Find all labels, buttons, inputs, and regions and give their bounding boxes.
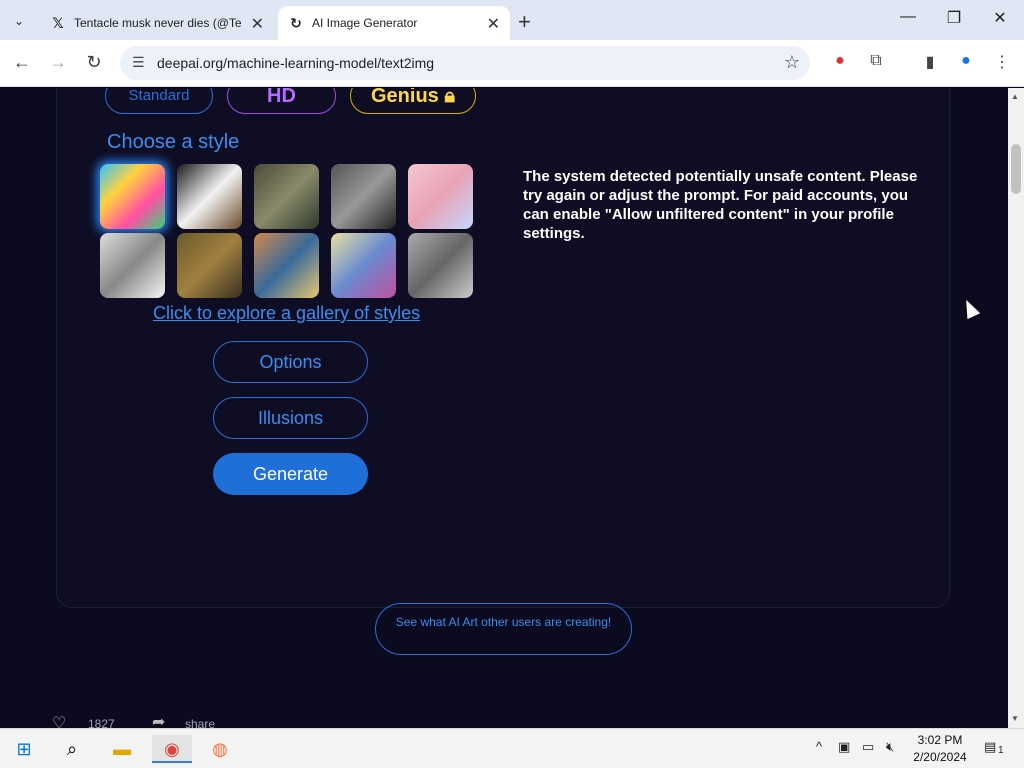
scrollbar-thumb[interactable] bbox=[1011, 144, 1021, 194]
share-link[interactable]: share bbox=[185, 717, 215, 728]
page-scrollbar[interactable]: ▲ ▼ bbox=[1008, 88, 1024, 728]
menu-kebab-icon[interactable]: ⋮ bbox=[990, 52, 1014, 76]
forward-button[interactable]: → bbox=[46, 52, 70, 76]
search-icon[interactable]: ⌕ bbox=[52, 735, 92, 763]
chrome-icon[interactable]: ◉ bbox=[152, 735, 192, 763]
windows-start-icon[interactable]: ⊞ bbox=[4, 735, 44, 763]
tab-title: AI Image Generator bbox=[312, 16, 418, 30]
mouse-cursor-icon bbox=[959, 296, 981, 320]
like-count: 1827 bbox=[88, 717, 115, 728]
scroll-up-arrow-icon[interactable]: ▲ bbox=[1011, 92, 1019, 101]
heart-icon[interactable]: ♡ bbox=[52, 713, 66, 728]
file-explorer-icon[interactable]: ▬ bbox=[102, 735, 142, 763]
quality-genius-button[interactable]: Genius 🔒︎ bbox=[350, 88, 476, 114]
unsafe-content-warning: The system detected potentially unsafe c… bbox=[523, 168, 918, 242]
illusions-button[interactable]: Illusions bbox=[213, 397, 368, 439]
lock-icon: 🔒︎ bbox=[444, 88, 455, 107]
tray-chevron-icon[interactable]: ^ bbox=[816, 739, 822, 754]
notifications-icon[interactable]: ▤ bbox=[984, 739, 996, 755]
page-content: Standard HD Genius 🔒︎ Choose a style Cli… bbox=[0, 88, 1008, 728]
side-panel-icon[interactable]: ▮ bbox=[918, 52, 942, 76]
tray-app-icon[interactable]: ▣ bbox=[838, 739, 850, 755]
options-button[interactable]: Options bbox=[213, 341, 368, 383]
style-thumb-dancers[interactable] bbox=[331, 233, 396, 298]
style-thumb-panda[interactable] bbox=[177, 164, 242, 229]
quality-standard-button[interactable]: Standard bbox=[105, 88, 213, 114]
tab-twitter[interactable]: 𝕏 Tentacle musk never dies (@Ten ✕ bbox=[40, 6, 274, 40]
style-thumb-anime-girl[interactable] bbox=[408, 164, 473, 229]
network-icon[interactable]: ▭ bbox=[862, 739, 874, 755]
minimize-button[interactable]: — bbox=[888, 8, 928, 32]
tab-search-chevron-icon[interactable]: ⌄ bbox=[6, 8, 32, 34]
close-window-button[interactable]: ✕ bbox=[980, 8, 1020, 32]
tab-strip: ⌄ 𝕏 Tentacle musk never dies (@Ten ✕ ↻ A… bbox=[0, 0, 1024, 40]
style-thumb-flowers[interactable] bbox=[254, 233, 319, 298]
style-thumb-mona-lisa[interactable] bbox=[177, 233, 242, 298]
quality-hd-button[interactable]: HD bbox=[227, 88, 336, 114]
style-thumb-abstract-paint[interactable] bbox=[100, 164, 165, 229]
close-tab-icon[interactable]: ✕ bbox=[487, 14, 500, 34]
share-arrow-icon[interactable]: ➦ bbox=[152, 712, 165, 728]
volume-muted-icon[interactable]: 🔇︎ bbox=[886, 739, 894, 755]
choose-style-heading: Choose a style bbox=[107, 131, 240, 153]
see-others-art-button[interactable]: See what AI Art other users are creating… bbox=[375, 603, 632, 655]
taskbar-clock[interactable]: 3:02 PM 2/20/2024 bbox=[912, 732, 968, 766]
genius-label: Genius bbox=[371, 88, 439, 107]
tab-title: Tentacle musk never dies (@Ten bbox=[74, 16, 242, 30]
style-thumb-city-sketch[interactable] bbox=[408, 233, 473, 298]
bookmark-star-icon[interactable]: ☆ bbox=[784, 52, 800, 73]
back-button[interactable]: ← bbox=[10, 52, 34, 76]
clock-date: 2/20/2024 bbox=[913, 750, 967, 764]
firefox-icon[interactable]: ◍ bbox=[200, 735, 240, 763]
x-logo-icon: 𝕏 bbox=[52, 14, 64, 31]
url-text[interactable]: deepai.org/machine-learning-model/text2i… bbox=[157, 55, 434, 71]
site-info-icon[interactable]: ☰ bbox=[132, 54, 145, 71]
profile-avatar-icon[interactable]: ● bbox=[954, 52, 978, 76]
gallery-link[interactable]: Click to explore a gallery of styles bbox=[153, 303, 420, 324]
close-tab-icon[interactable]: ✕ bbox=[251, 14, 264, 34]
deepai-icon: ↻ bbox=[290, 14, 302, 31]
generate-button[interactable]: Generate bbox=[213, 453, 368, 495]
style-thumb-forest-painting[interactable] bbox=[254, 164, 319, 229]
new-tab-button[interactable]: + bbox=[518, 9, 531, 35]
extensions-puzzle-icon[interactable]: ⧉ bbox=[864, 52, 888, 76]
notification-count: 1 bbox=[998, 745, 1004, 756]
style-thumb-sketch-car[interactable] bbox=[100, 233, 165, 298]
windows-taskbar: ⊞ ⌕ ▬ ◉ ◍ ^ ▣ ▭ 🔇︎ 3:02 PM 2/20/2024 ▤ 1 bbox=[0, 728, 1024, 768]
scroll-down-arrow-icon[interactable]: ▼ bbox=[1011, 714, 1019, 723]
browser-toolbar: ← → ↻ ☰ deepai.org/machine-learning-mode… bbox=[0, 40, 1024, 87]
restore-button[interactable]: ❐ bbox=[934, 8, 974, 32]
extension-icon[interactable]: ● bbox=[828, 52, 852, 76]
style-thumb-robot[interactable] bbox=[331, 164, 396, 229]
clock-time: 3:02 PM bbox=[917, 733, 963, 747]
tab-ai-image-generator[interactable]: ↻ AI Image Generator ✕ bbox=[278, 6, 510, 40]
reload-button[interactable]: ↻ bbox=[82, 52, 106, 76]
address-bar[interactable]: ☰ deepai.org/machine-learning-model/text… bbox=[120, 46, 810, 80]
